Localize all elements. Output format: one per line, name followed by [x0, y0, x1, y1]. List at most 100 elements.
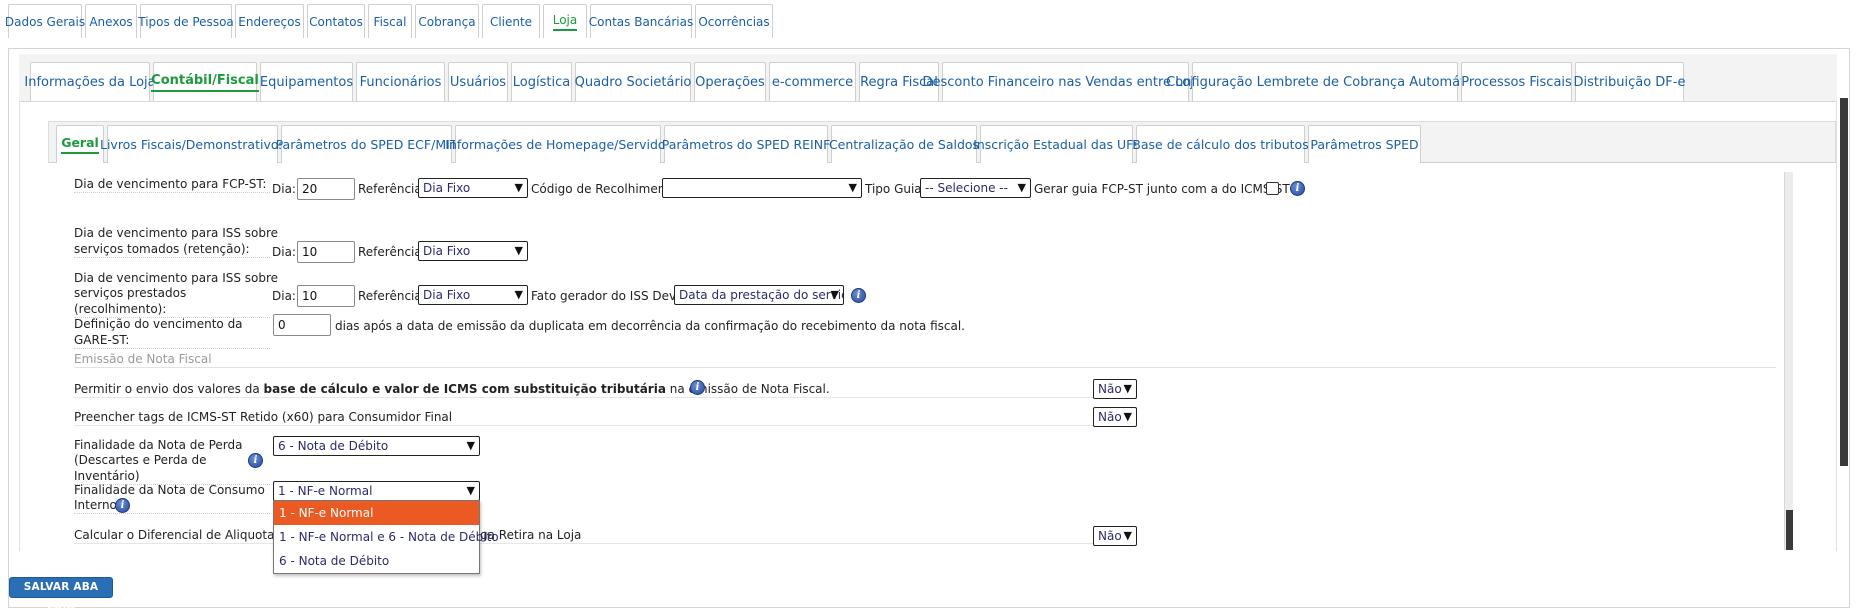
fcp-codigo-select[interactable]: ▼	[662, 178, 862, 198]
gare-input[interactable]	[273, 314, 331, 336]
loja-tab-12[interactable]: Processos Fiscais	[1461, 62, 1572, 101]
contabil-tab-6[interactable]: Inscrição Estadual das UFs	[973, 125, 1140, 163]
dropdown-option[interactable]: 1 - NF-e Normal e 6 - Nota de Débito	[274, 525, 499, 549]
loja-tab-label: Equipamentos	[259, 74, 354, 90]
iss-fato-select[interactable]: Data da prestação do serviço ▼	[674, 285, 844, 305]
consumo-label-2: Interno	[74, 497, 270, 514]
main-tab-7[interactable]: Cliente	[482, 4, 540, 38]
contabil-tab-7[interactable]: Base de cálculo dos tributos	[1132, 125, 1309, 163]
iss-tomados-label-2: serviços tomados (retenção):	[74, 241, 270, 258]
info-icon[interactable]: i	[1290, 181, 1305, 196]
info-icon[interactable]: i	[248, 453, 263, 468]
main-tab-label: Fiscal	[373, 14, 407, 29]
contabil-tab-1[interactable]: Livros Fiscais/Demonstrativos	[100, 125, 285, 163]
main-tab-8[interactable]: Loja	[543, 4, 587, 38]
contabil-tab-label: Parâmetros do SPED ECF/MIT	[275, 137, 458, 152]
dropdown-option[interactable]: 6 - Nota de Débito	[274, 549, 479, 573]
chevron-down-icon: ▼	[1017, 181, 1026, 194]
permitir-text-1: Permitir o envio dos valores da	[74, 382, 264, 396]
consumo-select[interactable]: 1 - NF-e Normal ▼	[273, 481, 480, 501]
fcp-ref-label: Referência:	[358, 182, 426, 196]
loja-tab-label: Informações da Loja	[24, 74, 156, 90]
outer-scrollbar[interactable]	[1840, 98, 1848, 466]
main-tab-0[interactable]: Dados Gerais	[5, 4, 85, 38]
iss-prestados-ref-label: Referência:	[358, 289, 426, 303]
info-icon[interactable]: i	[851, 288, 866, 303]
loja-tab-3[interactable]: Funcionários	[356, 62, 445, 101]
main-tab-2[interactable]: Tipos de Pessoa	[138, 4, 234, 38]
contabil-tabs: Geral Livros Fiscais/Demonstrativos Parâme…	[56, 125, 1424, 163]
loja-tab-10[interactable]: Desconto Financeiro nas Vendas entre Loj…	[923, 62, 1209, 101]
loja-tabs: Informações da Loja Contábil/Fiscal Equipa…	[24, 62, 1687, 101]
gare-label: Definição do vencimento da GARE-ST:	[74, 316, 270, 349]
chevron-down-icon: ▼	[514, 181, 523, 194]
main-tab-label: Contas Bancárias	[588, 14, 694, 29]
fcp-tipo-guia-value: -- Selecione --	[925, 181, 1008, 195]
main-tab-4[interactable]: Contatos	[307, 4, 365, 38]
loja-tab-label: Processos Fiscais	[1461, 74, 1572, 90]
main-tab-label: Endereços	[238, 14, 301, 29]
chevron-down-icon: ▼	[466, 439, 475, 452]
dropdown-option[interactable]: 1 - NF-e Normal	[274, 501, 479, 525]
main-tab-3[interactable]: Endereços	[235, 4, 304, 38]
perda-value: 6 - Nota de Débito	[278, 439, 389, 453]
loja-tab-0[interactable]: Informações da Loja	[24, 62, 156, 101]
loja-tab-7[interactable]: Operações	[694, 62, 766, 101]
loja-tab-4[interactable]: Usuários	[448, 62, 508, 101]
fcp-tipo-guia-select[interactable]: -- Selecione -- ▼	[920, 178, 1031, 198]
inner-scrollbar-thumb[interactable]	[1786, 510, 1793, 550]
iss-prestados-label-2: serviços prestados (recolhimento):	[74, 285, 270, 318]
inner-scrollbar[interactable]	[1784, 172, 1793, 550]
chevron-down-icon: ▼	[514, 288, 523, 301]
perda-select[interactable]: 6 - Nota de Débito ▼	[273, 436, 480, 456]
fcp-tipo-guia-label: Tipo Guia:	[865, 182, 926, 196]
contabil-tab-2[interactable]: Parâmetros do SPED ECF/MIT	[276, 125, 457, 163]
iss-prestados-ref-select[interactable]: Dia Fixo ▼	[418, 285, 528, 305]
fcp-ref-select[interactable]: Dia Fixo ▼	[418, 178, 528, 198]
loja-tab-label: Configuração Lembrete de Cobrança Automá…	[1166, 74, 1484, 90]
main-tab-1[interactable]: Anexos	[85, 4, 137, 38]
main-tab-label: Loja	[552, 13, 578, 31]
info-icon[interactable]: i	[690, 380, 705, 395]
iss-tomados-ref-select[interactable]: Dia Fixo ▼	[418, 241, 528, 261]
main-tab-6[interactable]: Cobrança	[415, 4, 479, 38]
main-tab-9[interactable]: Contas Bancárias	[588, 4, 694, 38]
contabil-tab-4[interactable]: Parâmetros do SPED REINF	[661, 125, 831, 163]
permitir-select[interactable]: Não ▼	[1093, 379, 1137, 399]
outer-scrollbar-thumb[interactable]	[1840, 98, 1848, 466]
permitir-text-bold: base de cálculo e valor de ICMS com subs…	[263, 382, 666, 396]
main-tab-label: Contatos	[309, 14, 363, 29]
iss-prestados-dia-input[interactable]	[297, 285, 355, 307]
contabil-tab-8[interactable]: Parâmetros SPED	[1308, 125, 1421, 163]
iss-prestados-ref-value: Dia Fixo	[423, 288, 471, 302]
loja-tab-13[interactable]: Distribuição DF-e	[1574, 62, 1685, 101]
loja-tab-8[interactable]: e-commerce	[769, 62, 856, 101]
contabil-tab-label: Parâmetros do SPED REINF	[661, 137, 831, 152]
contabil-tab-label: Inscrição Estadual das UFs	[973, 137, 1140, 152]
contabil-tab-label: Informações de Homepage/Servidor	[445, 137, 671, 152]
permitir-value: Não	[1098, 382, 1122, 396]
loja-tab-11[interactable]: Configuração Lembrete de Cobrança Automá…	[1166, 62, 1484, 101]
save-loja-button[interactable]: SALVAR ABA LOJA	[9, 577, 113, 612]
main-tab-label: Anexos	[89, 14, 133, 29]
perda-label-1: Finalidade da Nota de Perda	[74, 438, 243, 452]
contabil-tab-0[interactable]: Geral	[56, 125, 104, 163]
main-tab-5[interactable]: Fiscal	[368, 4, 412, 38]
calcular-select[interactable]: Não ▼	[1093, 526, 1137, 546]
info-icon[interactable]: i	[115, 498, 130, 513]
loja-tab-2[interactable]: Equipamentos	[260, 62, 353, 101]
preencher-select[interactable]: Não ▼	[1093, 407, 1137, 427]
fcp-gerar-guia-checkbox[interactable]	[1266, 182, 1279, 195]
iss-prestados-label-1: Dia de vencimento para ISS sobre	[74, 271, 279, 285]
loja-tab-5[interactable]: Logística	[511, 62, 572, 101]
contabil-tab-3[interactable]: Informações de Homepage/Servidor	[445, 125, 671, 163]
chevron-down-icon: ▼	[1123, 529, 1132, 542]
iss-tomados-dia-input[interactable]	[297, 241, 355, 263]
fcp-dia-input[interactable]	[297, 178, 355, 200]
loja-tab-6[interactable]: Quadro Societário	[575, 62, 691, 101]
main-tab-10[interactable]: Ocorrências	[695, 4, 773, 38]
loja-tab-1[interactable]: Contábil/Fiscal	[151, 62, 259, 101]
loja-tab-label: Usuários	[449, 74, 507, 90]
contabil-tab-5[interactable]: Centralização de Saldos	[829, 125, 979, 163]
chevron-down-icon: ▼	[848, 181, 857, 194]
